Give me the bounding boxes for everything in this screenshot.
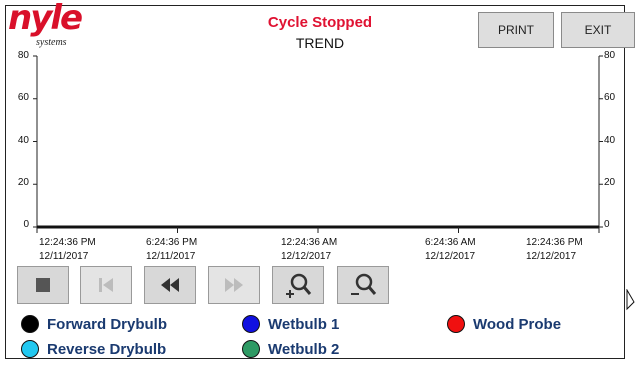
zoom-out-button[interactable] [337,266,389,304]
x-tick-date: 12/12/2017 [425,251,476,262]
trend-chart [33,55,603,233]
x-tick-date: 12/11/2017 [146,251,196,262]
x-tick-time: 6:24:36 PM [146,237,198,248]
legend-label: Wood Probe [473,315,562,333]
rewind-icon [161,278,179,292]
y-tick-left-40: 40 [17,135,29,146]
cursor-icon [626,289,635,311]
y-tick-left-80: 80 [17,50,29,61]
y-tick-right-20: 20 [604,177,616,188]
y-tick-right-80: 80 [604,50,616,61]
skip-start-button[interactable] [80,266,132,304]
legend-dot [447,315,465,333]
y-tick-right-0: 0 [604,219,610,230]
zoom-in-button[interactable] [272,266,324,304]
zoom-out-icon [351,273,377,295]
stop-icon [36,278,50,292]
zoom-in-icon [286,273,312,298]
legend-label: Wetbulb 2 [268,340,340,358]
legend-wood-probe: Wood Probe [447,313,561,335]
y-tick-right-40: 40 [604,135,616,146]
legend-label: Reverse Drybulb [47,340,167,358]
y-tick-right-60: 60 [604,92,616,103]
legend-forward-drybulb: Forward Drybulb [21,313,167,335]
fast-forward-button[interactable] [208,266,260,304]
x-tick-date: 12/12/2017 [526,251,577,262]
legend-wetbulb-2: Wetbulb 2 [242,338,339,360]
x-tick-date: 12/12/2017 [281,251,332,262]
x-tick-time: 12:24:36 PM [39,237,96,248]
x-tick-label: 12:24:36 PM 12/12/2017 [526,236,583,264]
legend-dot [21,340,39,358]
x-tick-time: 6:24:36 AM [425,237,476,248]
x-tick-time: 12:24:36 PM [526,237,583,248]
x-tick-date: 12/11/2017 [39,251,89,262]
y-tick-left-0: 0 [23,219,29,230]
legend-label: Forward Drybulb [47,315,168,333]
rewind-button[interactable] [144,266,196,304]
stop-button[interactable] [17,266,69,304]
y-tick-left-20: 20 [17,177,29,188]
legend-wetbulb-1: Wetbulb 1 [242,313,339,335]
legend-dot [242,315,260,333]
legend-reverse-drybulb: Reverse Drybulb [21,338,166,360]
x-tick-label: 12:24:36 PM 12/11/2017 [39,236,96,264]
x-tick-time: 12:24:36 AM [281,237,338,248]
skip-start-icon [99,278,113,292]
fast-forward-icon [225,278,243,292]
legend-dot [21,315,39,333]
y-tick-left-60: 60 [17,92,29,103]
legend-label: Wetbulb 1 [268,315,340,333]
x-tick-label: 6:24:36 AM 12/12/2017 [425,236,476,264]
x-tick-label: 12:24:36 AM 12/12/2017 [281,236,337,264]
legend-dot [242,340,260,358]
x-tick-label: 6:24:36 PM 12/11/2017 [146,236,197,264]
